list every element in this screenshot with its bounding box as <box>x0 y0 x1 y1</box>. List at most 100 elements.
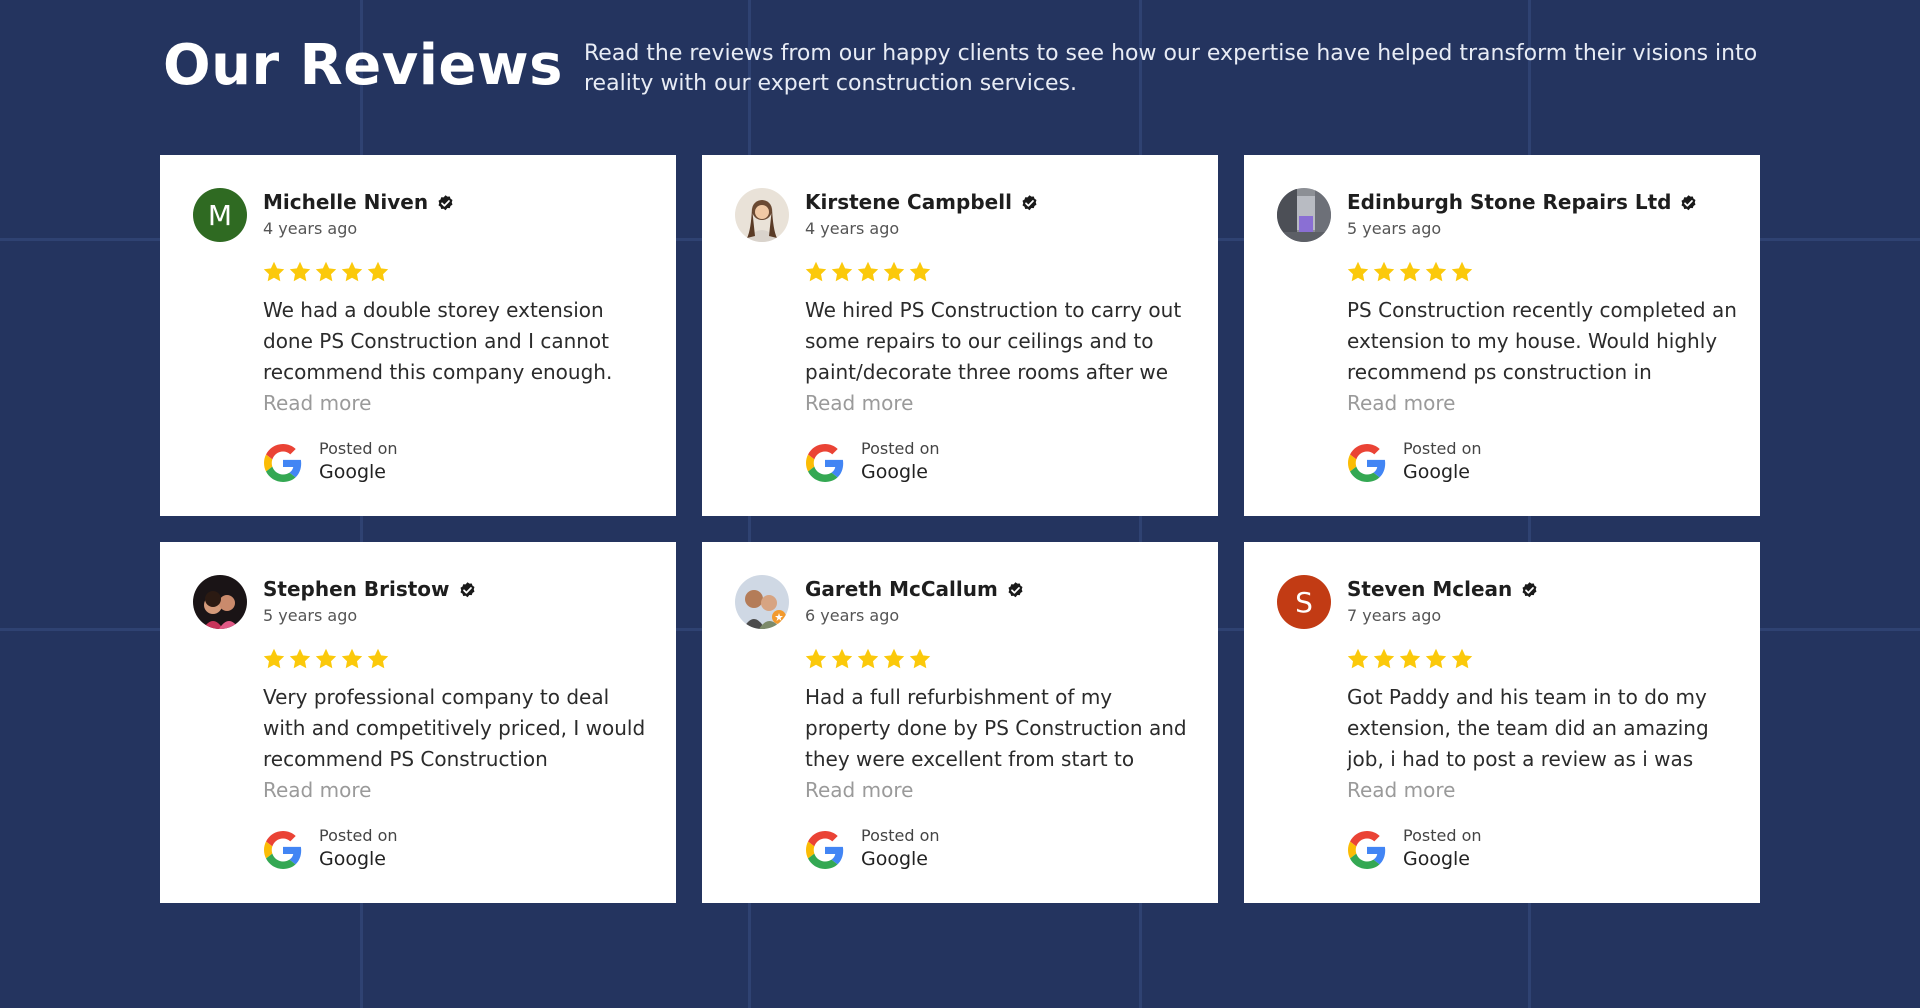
star-icon <box>1373 261 1395 282</box>
star-icon <box>1347 648 1369 669</box>
reviewer-name: Stephen Bristow <box>263 577 450 601</box>
verified-badge-icon <box>458 580 477 599</box>
review-card: Edinburgh Stone Repairs Ltd 5 years ago PS… <box>1244 155 1760 516</box>
google-logo-icon <box>264 444 302 482</box>
star-rating <box>804 260 934 284</box>
review-text: Had a full refurbishment of my property … <box>805 685 1187 771</box>
star-icon <box>805 648 827 669</box>
reviewer-name: Michelle Niven <box>263 190 429 214</box>
verified-badge-icon <box>1006 580 1025 599</box>
platform-name: Google <box>319 461 387 483</box>
verified-badge-icon <box>436 193 455 212</box>
review-text: We hired PS Construction to carry out so… <box>805 298 1182 384</box>
read-more-link[interactable]: Read more <box>1347 388 1455 418</box>
star-rating <box>804 647 934 671</box>
posted-on-label: Posted on <box>319 439 398 458</box>
posted-on-label: Posted on <box>861 439 940 458</box>
reviewer-avatar <box>735 575 789 629</box>
reviewer-name-row: Gareth McCallum <box>805 576 1025 602</box>
review-date: 5 years ago <box>263 606 358 625</box>
star-icon <box>1347 261 1369 282</box>
posted-on-label: Posted on <box>1403 439 1482 458</box>
platform-name: Google <box>861 461 929 483</box>
star-icon <box>1399 261 1421 282</box>
star-icon <box>831 648 853 669</box>
reviewer-name: Gareth McCallum <box>805 577 998 601</box>
reviews-grid: M Michelle Niven 4 years ago We had a doubl… <box>160 155 1761 903</box>
read-more-link[interactable]: Read more <box>263 388 371 418</box>
star-icon <box>263 261 285 282</box>
verified-badge-icon <box>1679 193 1698 212</box>
review-card: Stephen Bristow 5 years ago Very professio… <box>160 542 676 903</box>
reviewer-name: Kirstene Campbell <box>805 190 1012 214</box>
star-icon <box>857 261 879 282</box>
star-icon <box>1399 648 1421 669</box>
star-icon <box>883 648 905 669</box>
reviewer-name: Edinburgh Stone Repairs Ltd <box>1347 190 1672 214</box>
star-icon <box>289 648 311 669</box>
reviewer-avatar: S <box>1277 575 1331 629</box>
star-icon <box>367 261 389 282</box>
google-logo-icon <box>806 831 844 869</box>
posted-on-label: Posted on <box>1403 826 1482 845</box>
platform-name: Google <box>319 848 387 870</box>
review-text: Got Paddy and his team in to do my exten… <box>1347 685 1709 771</box>
star-icon <box>805 261 827 282</box>
review-text: PS Construction recently completed an ex… <box>1347 298 1737 384</box>
platform-name: Google <box>861 848 929 870</box>
verified-badge-icon <box>1520 580 1539 599</box>
star-icon <box>857 648 879 669</box>
section-intro: Read the reviews from our happy clients … <box>584 41 1758 96</box>
google-logo-icon <box>1348 831 1386 869</box>
star-icon <box>1451 648 1473 669</box>
platform-name: Google <box>1403 461 1471 483</box>
posted-on-label: Posted on <box>861 826 940 845</box>
read-more-link[interactable]: Read more <box>805 388 913 418</box>
reviewer-name: Steven Mclean <box>1347 577 1513 601</box>
star-icon <box>1451 261 1473 282</box>
star-icon <box>1425 261 1447 282</box>
star-icon <box>289 261 311 282</box>
star-rating <box>1346 260 1476 284</box>
star-rating <box>262 260 392 284</box>
reviewer-name-row: Michelle Niven <box>263 189 455 215</box>
review-card: Gareth McCallum 6 years ago Had a full ref… <box>702 542 1218 903</box>
reviewer-name-row: Edinburgh Stone Repairs Ltd <box>1347 189 1698 215</box>
star-icon <box>367 648 389 669</box>
star-icon <box>315 261 337 282</box>
read-more-link[interactable]: Read more <box>805 775 913 805</box>
review-card: M Michelle Niven 4 years ago We had a doubl… <box>160 155 676 516</box>
review-date: 4 years ago <box>805 219 900 238</box>
read-more-link[interactable]: Read more <box>263 775 371 805</box>
review-text: Very professional company to deal with a… <box>263 685 646 771</box>
star-rating <box>1346 647 1476 671</box>
star-icon <box>1373 648 1395 669</box>
review-date: 4 years ago <box>263 219 358 238</box>
star-icon <box>883 261 905 282</box>
google-logo-icon <box>264 831 302 869</box>
read-more-link[interactable]: Read more <box>1347 775 1455 805</box>
star-icon <box>1425 648 1447 669</box>
review-card: S Steven Mclean 7 years ago Got Paddy and h… <box>1244 542 1760 903</box>
google-logo-icon <box>1348 444 1386 482</box>
reviewer-avatar <box>735 188 789 242</box>
star-icon <box>909 261 931 282</box>
reviewer-avatar <box>1277 188 1331 242</box>
star-icon <box>341 648 363 669</box>
review-date: 6 years ago <box>805 606 900 625</box>
star-icon <box>909 648 931 669</box>
reviewer-avatar <box>193 575 247 629</box>
star-icon <box>315 648 337 669</box>
star-rating <box>262 647 392 671</box>
review-date: 7 years ago <box>1347 606 1442 625</box>
google-logo-icon <box>806 444 844 482</box>
review-date: 5 years ago <box>1347 219 1442 238</box>
verified-badge-icon <box>1020 193 1039 212</box>
review-text: We had a double storey extension done PS… <box>263 298 613 384</box>
posted-on-label: Posted on <box>319 826 398 845</box>
reviewer-name-row: Stephen Bristow <box>263 576 477 602</box>
reviewer-avatar: M <box>193 188 247 242</box>
star-icon <box>263 648 285 669</box>
platform-name: Google <box>1403 848 1471 870</box>
star-icon <box>341 261 363 282</box>
